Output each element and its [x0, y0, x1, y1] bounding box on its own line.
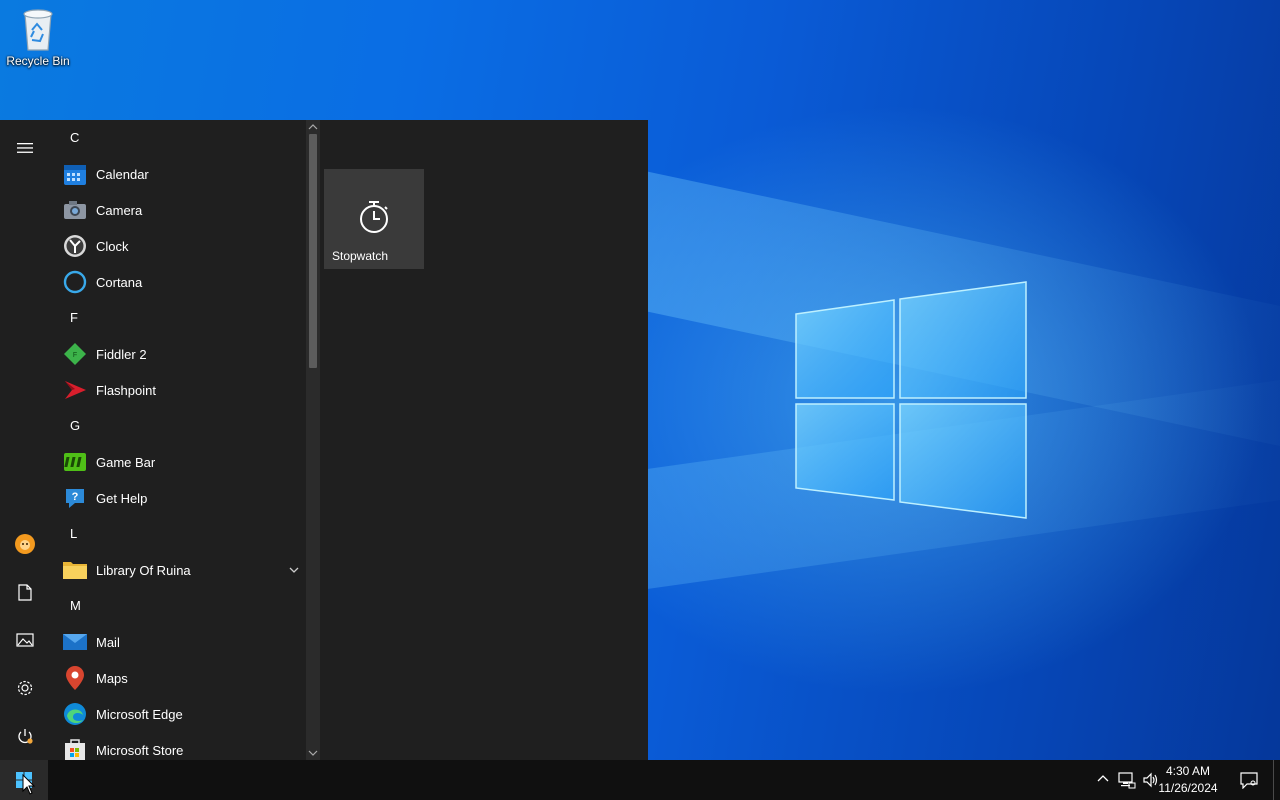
calendar-icon	[62, 161, 88, 187]
app-item-microsoft-store[interactable]: Microsoft Store	[50, 732, 306, 760]
app-item-flashpoint[interactable]: Flashpoint	[50, 372, 306, 408]
taskbar: 4:30 AM 11/26/2024	[0, 760, 1280, 800]
app-item-clock[interactable]: Clock	[50, 228, 306, 264]
app-name: Microsoft Store	[96, 742, 184, 758]
app-list: C Calendar Camera Clock Cortana F F Fidd…	[50, 120, 306, 760]
start-button[interactable]	[0, 760, 48, 800]
system-clock[interactable]: 4:30 AM 11/26/2024	[1152, 763, 1224, 797]
power-button[interactable]	[0, 714, 50, 758]
hamburger-menu-button[interactable]	[0, 126, 50, 170]
settings-button[interactable]	[0, 666, 50, 710]
app-item-get-help[interactable]: ? Get Help	[50, 480, 306, 516]
app-item-fiddler[interactable]: F Fiddler 2	[50, 336, 306, 372]
chevron-up-icon[interactable]	[1096, 771, 1110, 787]
mouse-cursor-icon	[22, 774, 36, 795]
desktop-icon-label: Recycle Bin	[6, 54, 70, 68]
app-name: Cortana	[96, 274, 143, 290]
user-account-button[interactable]	[0, 522, 50, 566]
tile-area: Stopwatch	[324, 169, 424, 269]
svg-text:?: ?	[72, 491, 79, 503]
app-name: Get Help	[96, 490, 148, 506]
pictures-button[interactable]	[0, 618, 50, 662]
group-letter-m[interactable]: M	[50, 588, 306, 624]
pictures-icon	[16, 633, 34, 647]
clock-icon	[62, 233, 88, 259]
app-item-game-bar[interactable]: Game Bar	[50, 444, 306, 480]
app-item-microsoft-edge[interactable]: Microsoft Edge	[50, 696, 306, 732]
chevron-down-icon[interactable]	[288, 563, 300, 581]
app-name: Mail	[96, 634, 120, 650]
show-desktop-button[interactable]	[1273, 760, 1280, 800]
documents-button[interactable]	[0, 570, 50, 614]
flashpoint-icon	[62, 377, 88, 403]
tile-stopwatch[interactable]: Stopwatch	[324, 169, 424, 269]
app-name: Maps	[96, 670, 128, 686]
windows-logo-wallpaper	[795, 281, 1027, 519]
documents-icon	[18, 583, 32, 601]
tile-label: Stopwatch	[332, 249, 389, 263]
power-icon	[18, 729, 33, 744]
scroll-up-icon[interactable]	[308, 122, 318, 132]
app-item-camera[interactable]: Camera	[50, 192, 306, 228]
clock-date: 11/26/2024	[1158, 781, 1218, 795]
camera-icon	[62, 197, 88, 223]
svg-text:F: F	[73, 352, 77, 359]
fiddler-icon: F	[62, 341, 88, 367]
app-item-library-of-ruina[interactable]: Library Of Ruina	[50, 552, 306, 588]
cortana-icon	[62, 269, 88, 295]
stopwatch-icon	[360, 201, 388, 233]
group-letter-g[interactable]: G	[50, 408, 306, 444]
app-name: Clock	[96, 238, 129, 254]
app-name: Library Of Ruina	[96, 562, 191, 578]
user-avatar-icon	[15, 534, 35, 554]
app-name: Fiddler 2	[96, 346, 147, 362]
folder-icon	[62, 557, 88, 583]
scroll-thumb[interactable]	[309, 134, 317, 368]
start-menu: C Calendar Camera Clock Cortana F F Fidd…	[0, 120, 648, 760]
group-letter-f[interactable]: F	[50, 300, 306, 336]
clock-time: 4:30 AM	[1165, 764, 1211, 778]
app-item-calendar[interactable]: Calendar	[50, 156, 306, 192]
game-bar-icon	[62, 449, 88, 475]
store-icon	[62, 737, 88, 760]
mail-icon	[62, 629, 88, 655]
app-item-cortana[interactable]: Cortana	[50, 264, 306, 300]
app-name: Microsoft Edge	[96, 706, 183, 722]
network-icon[interactable]	[1118, 771, 1136, 789]
desktop-icon-recycle-bin[interactable]: Recycle Bin	[2, 6, 74, 68]
app-name: Game Bar	[96, 454, 156, 470]
app-name: Calendar	[96, 166, 149, 182]
start-rail	[0, 120, 50, 760]
group-letter-c[interactable]: C	[50, 120, 306, 156]
app-name: Flashpoint	[96, 382, 156, 398]
maps-icon	[62, 665, 88, 691]
scroll-down-icon[interactable]	[308, 748, 318, 758]
app-name: Camera	[96, 202, 143, 218]
app-item-mail[interactable]: Mail	[50, 624, 306, 660]
edge-icon	[62, 701, 88, 727]
recycle-bin-icon	[23, 9, 53, 51]
action-center-icon[interactable]	[1240, 771, 1258, 789]
group-letter-l[interactable]: L	[50, 516, 306, 552]
get-help-icon: ?	[62, 485, 88, 511]
app-item-maps[interactable]: Maps	[50, 660, 306, 696]
hamburger-menu-icon	[17, 143, 33, 153]
app-list-scrollbar[interactable]	[306, 120, 320, 760]
settings-gear-icon	[17, 680, 33, 696]
